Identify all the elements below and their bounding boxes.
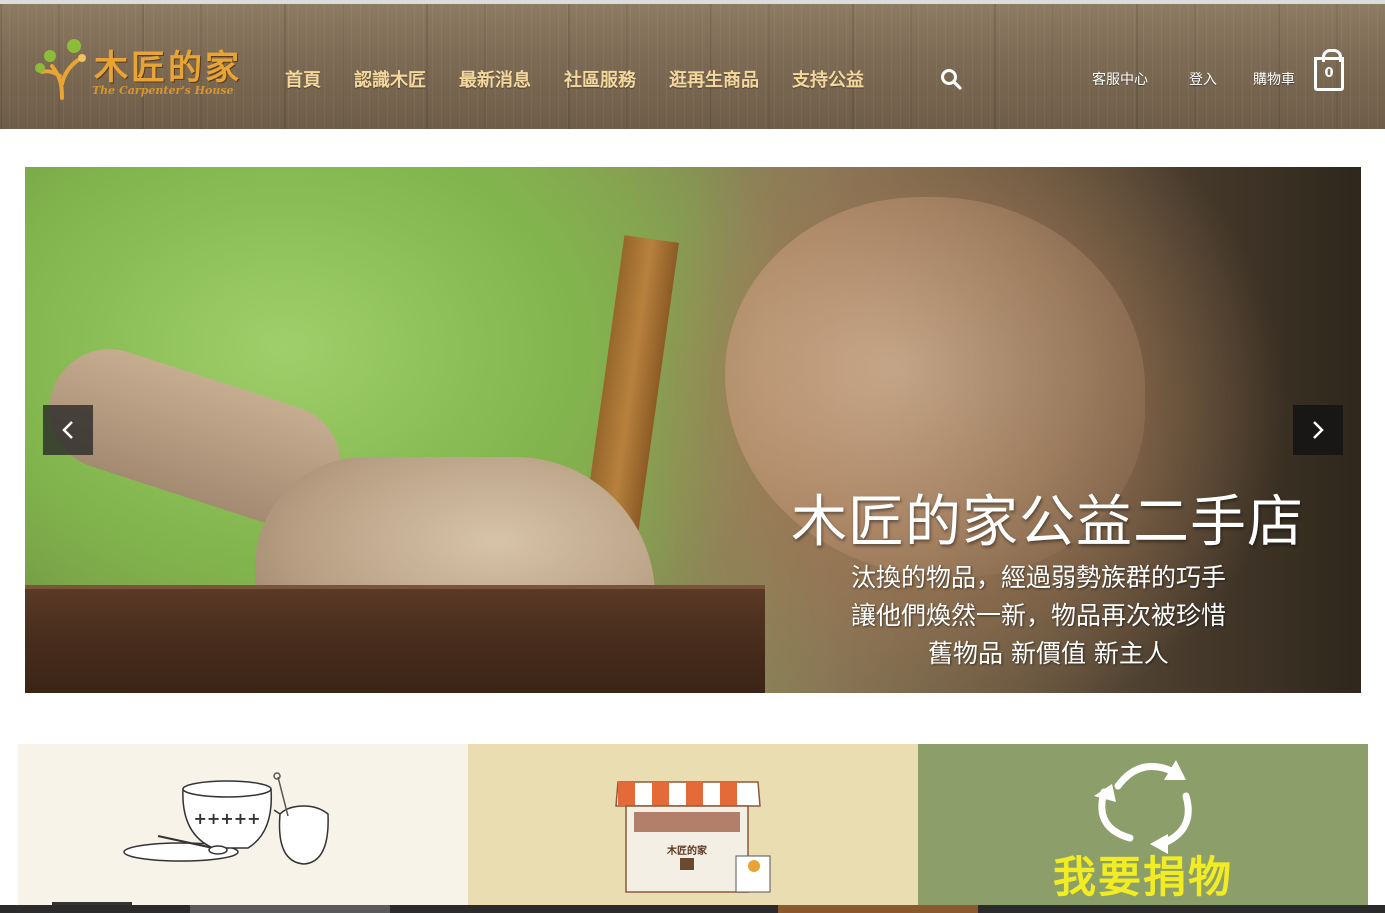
svg-text:+++++: +++++	[193, 809, 260, 828]
hero-caption-line: 讓他們煥然一新，物品再次被珍惜	[851, 601, 1227, 630]
donate-label: 我要捐物	[1053, 853, 1233, 903]
nav-item-home[interactable]: 首頁	[285, 66, 321, 92]
logo-name-cn: 木匠的家	[94, 48, 242, 88]
feature-tile-donate[interactable]: 我要捐物	[918, 744, 1368, 913]
nav-item-support[interactable]: 支持公益	[792, 66, 864, 92]
chevron-right-icon	[1313, 421, 1324, 439]
nav-item-products[interactable]: 逛再生商品	[669, 66, 759, 92]
cart-link[interactable]: 購物車	[1253, 69, 1295, 89]
service-center-link[interactable]: 客服中心	[1092, 69, 1148, 89]
hero-title: 木匠的家公益二手店	[791, 490, 1304, 555]
cart-count: 0	[1324, 66, 1334, 81]
teacup-illustration: +++++	[52, 772, 329, 906]
chevron-left-icon	[62, 421, 73, 439]
site-header: 木匠的家 The Carpenter's House 首頁 認識木匠 最新消息 …	[0, 0, 1385, 129]
main-nav: 首頁 認識木匠 最新消息 社區服務 逛再生商品 支持公益	[285, 65, 897, 93]
nav-item-community[interactable]: 社區服務	[564, 66, 636, 92]
search-icon[interactable]	[940, 68, 962, 90]
bottom-strip-segment	[778, 905, 978, 913]
site-logo[interactable]: 木匠的家 The Carpenter's House	[34, 34, 244, 104]
slider-prev-button[interactable]	[43, 405, 93, 455]
nav-item-news[interactable]: 最新消息	[459, 66, 531, 92]
slider-next-button[interactable]	[1293, 405, 1343, 455]
nav-item-about[interactable]: 認識木匠	[354, 66, 426, 92]
hero-caption-line: 汰換的物品，經過弱勢族群的巧手	[851, 563, 1227, 592]
logo-name-en: The Carpenter's House	[92, 84, 234, 97]
hero-caption-line: 舊物品 新價值 新主人	[928, 639, 1169, 668]
tree-logo-icon	[35, 39, 86, 100]
login-link[interactable]: 登入	[1189, 69, 1217, 89]
cart-bag-icon[interactable]: 0	[1314, 49, 1344, 91]
shop-illustration: 木匠的家	[615, 781, 771, 893]
bottom-strip-segment	[190, 905, 390, 913]
feature-tile-cafe[interactable]: +++++	[18, 744, 468, 913]
feature-tile-shop[interactable]: 木匠的家	[468, 744, 918, 913]
hero-slider: 木匠的家公益二手店 汰換的物品，經過弱勢族群的巧手 讓他們煥然一新，物品再次被珍…	[25, 167, 1361, 693]
shop-sign: 木匠的家	[666, 844, 708, 857]
